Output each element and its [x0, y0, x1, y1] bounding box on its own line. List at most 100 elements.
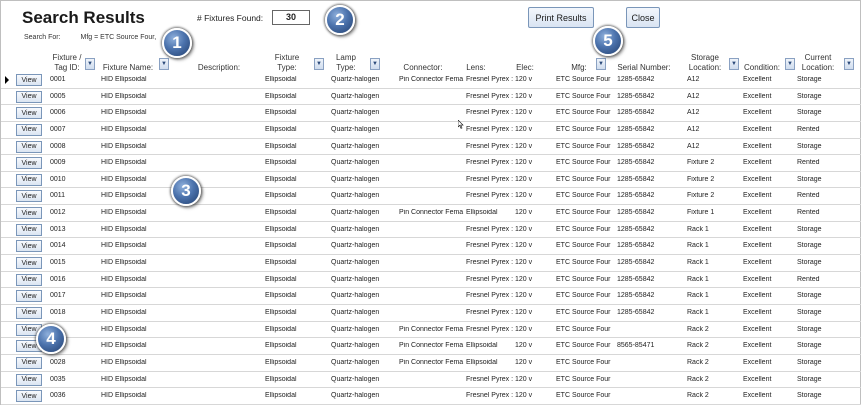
cell-type: Ellipsoidal	[265, 375, 297, 383]
view-button[interactable]: View	[16, 373, 42, 386]
table-row[interactable]: View 0036 HID Ellipsoidal Ellipsoidal Quartz…	[1, 388, 861, 405]
print-results-button[interactable]: Print Results	[528, 7, 594, 28]
cell-location: Rack 2	[687, 325, 709, 333]
view-button[interactable]: View	[16, 306, 42, 319]
view-button[interactable]: View	[16, 123, 42, 136]
cell-name: HID Ellipsoidal	[101, 325, 147, 333]
view-button[interactable]: View	[16, 257, 42, 270]
cell-type: Ellipsoidal	[265, 109, 297, 117]
table-row[interactable]: View 0012 HID Ellipsoidal Ellipsoidal Quartz…	[1, 205, 861, 222]
view-button[interactable]: View	[16, 273, 42, 286]
table-row[interactable]: View HID Ellipsoidal Ellipsoidal Quartz-hal…	[1, 338, 861, 355]
view-button[interactable]: View	[16, 107, 42, 120]
sort-tag-icon[interactable]: ▼	[85, 58, 95, 70]
cell-lens: Fresnel Pyrex :	[466, 225, 514, 233]
table-row[interactable]: View 0007 HID Ellipsoidal Ellipsoidal Quartz…	[1, 122, 861, 139]
cell-tag: 0008	[50, 142, 66, 150]
table-row[interactable]: View 0016 HID Ellipsoidal Ellipsoidal Quartz…	[1, 272, 861, 289]
cell-tag: 0009	[50, 159, 66, 167]
close-button[interactable]: Close	[626, 7, 660, 28]
cell-lamp: Quartz-halogen	[331, 159, 380, 167]
table-row[interactable]: View 0008 HID Ellipsoidal Ellipsoidal Quartz…	[1, 139, 861, 156]
table-row[interactable]: View 0006 HID Ellipsoidal Ellipsoidal Quartz…	[1, 105, 861, 122]
cell-lamp: Quartz-halogen	[331, 308, 380, 316]
column-header-lamp: Lamp Type:	[335, 53, 356, 72]
cell-type: Ellipsoidal	[265, 358, 297, 366]
table-row[interactable]: View 0011 HID Ellipsoidal Ellipsoidal Quartz…	[1, 188, 861, 206]
table-row[interactable]: View 0009 HID Ellipsoidal Ellipsoidal Quartz…	[1, 155, 861, 172]
view-button[interactable]: View	[16, 390, 42, 403]
cell-connector: Pin Connector Fema	[399, 325, 464, 333]
cell-location: Fixture 1	[687, 209, 715, 217]
table-row[interactable]: View 0013 HID Ellipsoidal Ellipsoidal Quartz…	[1, 222, 861, 239]
cell-connector: Pin Connector Fema	[399, 76, 464, 83]
view-button[interactable]: View	[16, 240, 42, 253]
cell-type: Ellipsoidal	[265, 308, 297, 316]
cell-lens: Fresnel Pyrex :	[466, 325, 514, 333]
table-row[interactable]: View 0014 HID Ellipsoidal Ellipsoidal Quartz…	[1, 238, 861, 256]
sort-mfg-icon[interactable]: ▼	[596, 58, 606, 70]
table-row[interactable]: View 0005 HID Ellipsoidal Ellipsoidal Quartz…	[1, 89, 861, 106]
cell-name: HID Ellipsoidal	[101, 159, 147, 167]
column-header-type: Fixture Type:	[274, 53, 300, 72]
cell-elec: 120 v	[515, 209, 533, 217]
cell-elec: 120 v	[515, 308, 533, 316]
column-header-serial: Serial Number:	[617, 63, 671, 72]
cell-type: Ellipsoidal	[265, 92, 297, 100]
cell-current: Storage	[797, 225, 822, 233]
table-row[interactable]: View 0010 HID Ellipsoidal Ellipsoidal Quartz…	[1, 172, 861, 189]
table-row[interactable]: View 0035 HID Ellipsoidal Ellipsoidal Quartz…	[1, 372, 861, 389]
cell-condition: Excellent	[743, 209, 772, 217]
callout-badge-4: 4	[36, 324, 66, 354]
table-row[interactable]: View HID Ellipsoidal Ellipsoidal Quartz-hal…	[1, 322, 861, 339]
cell-tag: 0014	[50, 242, 66, 250]
search-for-label: Search For:	[24, 34, 61, 41]
cell-condition: Excellent	[743, 308, 772, 316]
cell-tag: 0013	[50, 225, 66, 233]
view-button[interactable]: View	[16, 157, 42, 170]
sort-name-icon[interactable]: ▼	[159, 58, 169, 70]
view-button[interactable]: View	[16, 74, 42, 86]
cell-serial: 1285-65842	[617, 209, 655, 217]
table-row[interactable]: View 0001 HID Ellipsoidal Ellipsoidal Quartz…	[1, 72, 861, 89]
cell-serial: 8565-85471	[617, 342, 655, 350]
table-row[interactable]: View 0028 HID Ellipsoidal Ellipsoidal Quartz…	[1, 355, 861, 372]
sort-current-icon[interactable]: ▼	[844, 58, 854, 70]
table-row[interactable]: View 0015 HID Ellipsoidal Ellipsoidal Quartz…	[1, 255, 861, 272]
sort-condition-icon[interactable]: ▼	[785, 58, 795, 70]
cell-current: Storage	[797, 308, 822, 316]
view-button[interactable]: View	[16, 190, 42, 203]
cell-condition: Excellent	[743, 125, 772, 133]
cell-elec: 120 v	[515, 292, 533, 300]
cell-lamp: Quartz-halogen	[331, 175, 380, 183]
table-row[interactable]: View 0018 HID Ellipsoidal Ellipsoidal Quartz…	[1, 305, 861, 322]
view-button[interactable]: View	[16, 223, 42, 236]
cell-serial: 1285-65842	[617, 76, 655, 83]
cell-tag: 0007	[50, 125, 66, 133]
view-button[interactable]: View	[16, 173, 42, 186]
view-button[interactable]: View	[16, 356, 42, 369]
cell-lamp: Quartz-halogen	[331, 342, 380, 350]
cell-current: Storage	[797, 142, 822, 150]
cell-serial: 1285-65842	[617, 159, 655, 167]
cell-mfg: ETC Source Four	[556, 192, 611, 200]
cell-lens: Fresnel Pyrex :	[466, 275, 514, 283]
cell-lamp: Quartz-halogen	[331, 225, 380, 233]
sort-location-icon[interactable]: ▼	[729, 58, 739, 70]
cell-lamp: Quartz-halogen	[331, 76, 380, 83]
cell-type: Ellipsoidal	[265, 225, 297, 233]
sort-type-icon[interactable]: ▼	[314, 58, 324, 70]
table-row[interactable]: View 0017 HID Ellipsoidal Ellipsoidal Quartz…	[1, 288, 861, 305]
cell-lens: Ellipsoidal	[466, 209, 498, 217]
cell-name: HID Ellipsoidal	[101, 142, 147, 150]
view-button[interactable]: View	[16, 290, 42, 303]
view-button[interactable]: View	[16, 140, 42, 153]
view-button[interactable]: View	[16, 90, 42, 103]
cell-current: Storage	[797, 175, 822, 183]
view-button[interactable]: View	[16, 207, 42, 220]
fixtures-found-label: # Fixtures Found:	[197, 13, 264, 23]
cell-condition: Excellent	[743, 342, 772, 350]
sort-lamp-icon[interactable]: ▼	[370, 58, 380, 70]
column-header-location: Storage Location:	[688, 53, 722, 72]
cell-mfg: ETC Source Four	[556, 275, 611, 283]
